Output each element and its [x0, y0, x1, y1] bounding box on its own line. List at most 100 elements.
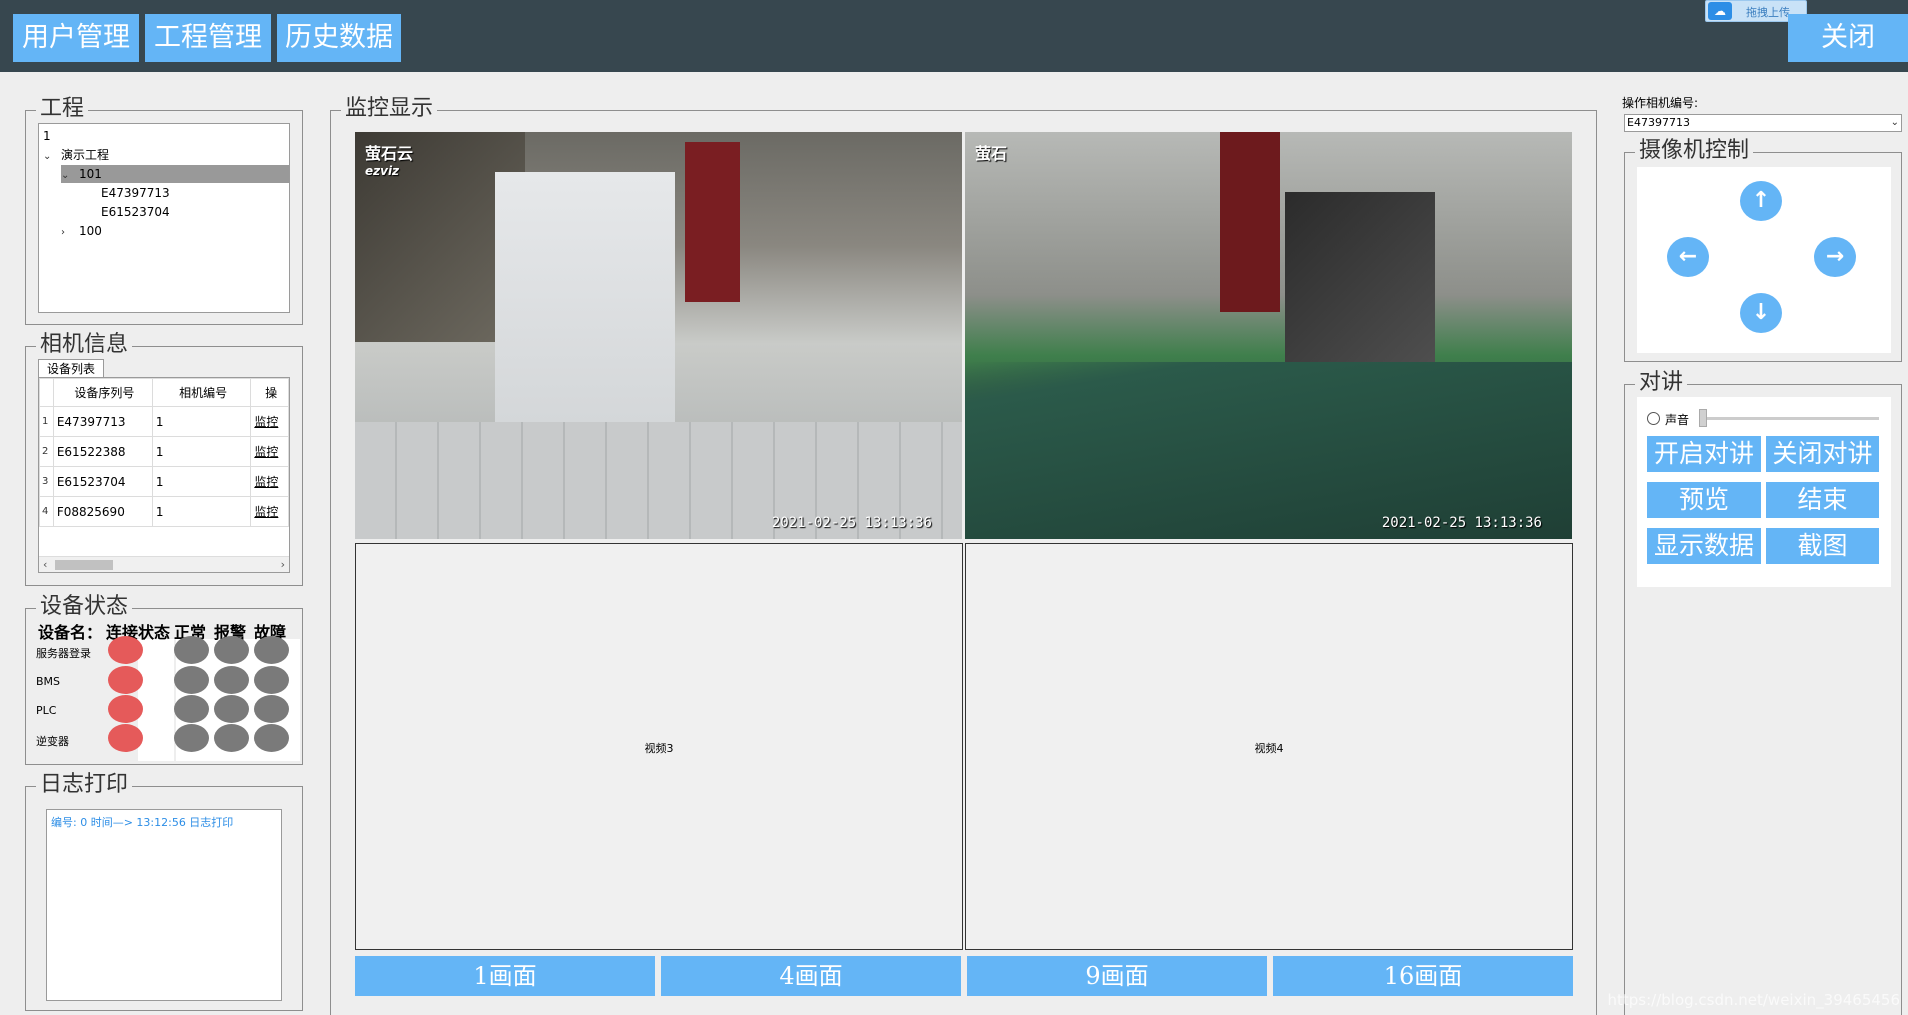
column-header-camera[interactable]: 相机编号: [151, 378, 252, 407]
log-textbox[interactable]: 编号: 0 时间—> 13:12:56 日志打印: [46, 809, 282, 1001]
table-corner: [39, 378, 54, 407]
ptz-title: 摄像机控制: [1635, 139, 1754, 163]
project-group-title: 工程: [36, 97, 89, 121]
arrow-left-icon[interactable]: ←: [1667, 237, 1709, 277]
tree-item-cam2[interactable]: E61523704: [101, 203, 170, 221]
talk-title: 对讲: [1635, 371, 1688, 395]
device-table-box: 设备序列号 相机编号 操 1 E47397713 1 监控 2 E6152238…: [38, 377, 290, 573]
ezviz-logo: 萤石: [975, 144, 1008, 163]
tree-item-root[interactable]: 1: [43, 127, 51, 145]
video-4-label: 视频4: [1254, 742, 1284, 755]
video-3-label: 视频3: [644, 742, 674, 755]
stop-talk-button[interactable]: 关闭对讲: [1766, 436, 1879, 472]
video-panel-3[interactable]: 视频3: [355, 543, 963, 950]
row-number: 4: [39, 496, 54, 527]
scrollbar-thumb[interactable]: [55, 560, 113, 570]
column-header-serial[interactable]: 设备序列号: [52, 378, 153, 407]
chevron-down-icon[interactable]: ⌄: [61, 167, 73, 185]
video-panel-4[interactable]: 视频4: [965, 543, 1573, 950]
show-data-button[interactable]: 显示数据: [1647, 528, 1761, 564]
row-number: 1: [39, 406, 54, 437]
camera-select-label: 操作相机编号:: [1622, 96, 1699, 110]
layout-16-button[interactable]: 16画面: [1273, 956, 1573, 996]
tree-item-cam1[interactable]: E47397713: [101, 184, 170, 202]
video-panel-2[interactable]: 萤石 2021-02-25 13:13:36: [965, 132, 1572, 539]
cell-serial: E61522388: [52, 436, 153, 467]
log-line: 编号: 0 时间—> 13:12:56 日志打印: [51, 816, 234, 829]
chevron-left-icon[interactable]: ‹: [43, 557, 47, 572]
video-timestamp-1: 2021-02-25 13:13:36: [771, 515, 932, 531]
start-talk-button[interactable]: 开启对讲: [1647, 436, 1761, 472]
monitor-title: 监控显示: [341, 97, 438, 121]
device-name-plc: PLC: [36, 704, 57, 717]
table-row[interactable]: 1 E47397713 1 监控: [39, 406, 289, 437]
volume-slider-thumb[interactable]: [1699, 409, 1707, 427]
project-management-button[interactable]: 工程管理: [145, 14, 271, 62]
device-status-group: 设备状态 设备名： 连接状态 正常 报警 故障 服务器登录 BMS PLC 逆变…: [25, 595, 303, 765]
monitor-link[interactable]: 监控: [250, 466, 289, 497]
arrow-down-icon[interactable]: ↓: [1740, 293, 1782, 333]
status-light-normal: [174, 724, 209, 752]
device-name-server: 服务器登录: [36, 647, 91, 660]
user-management-button[interactable]: 用户管理: [13, 14, 139, 62]
status-light-normal: [174, 666, 209, 694]
history-data-button[interactable]: 历史数据: [277, 14, 401, 62]
table-header-row: 设备序列号 相机编号 操: [39, 378, 289, 407]
video-scene-door: [685, 142, 740, 302]
video-scene-wall: [495, 172, 675, 422]
layout-4-button[interactable]: 4画面: [661, 956, 961, 996]
end-button[interactable]: 结束: [1766, 482, 1879, 518]
sound-label: 声音: [1665, 413, 1690, 427]
monitor-link[interactable]: 监控: [250, 436, 289, 467]
project-tree[interactable]: 1 ⌄ 演示工程 ⌄ 101 E47397713 E61523704 › 100: [38, 123, 290, 313]
close-button[interactable]: 关闭: [1788, 14, 1908, 62]
chevron-right-icon[interactable]: ›: [281, 557, 285, 572]
video-scene-door: [1220, 132, 1280, 312]
camera-select[interactable]: E47397713 ⌄: [1624, 114, 1902, 132]
status-light-fault: [254, 695, 289, 723]
chevron-down-icon[interactable]: ⌄: [43, 148, 55, 166]
horizontal-scrollbar[interactable]: ‹ ›: [39, 556, 289, 572]
chevron-down-icon[interactable]: ⌄: [1891, 115, 1899, 131]
arrow-up-icon[interactable]: ↑: [1740, 181, 1782, 221]
watermark: https://blog.csdn.net/weixin_39465456: [1607, 991, 1900, 1009]
log-group: 日志打印 编号: 0 时间—> 13:12:56 日志打印: [25, 773, 303, 1011]
layout-9-button[interactable]: 9画面: [967, 956, 1267, 996]
device-name-bms: BMS: [36, 675, 61, 688]
column-header-operation[interactable]: 操: [250, 378, 289, 407]
video-panel-1[interactable]: 萤石云 ezviz 2021-02-25 13:13:36: [355, 132, 962, 539]
row-number: 3: [39, 466, 54, 497]
tree-item-100-label: 100: [79, 224, 102, 238]
status-light-alarm: [214, 695, 249, 723]
table-row[interactable]: 3 E61523704 1 监控: [39, 466, 289, 497]
status-light-conn: [108, 724, 143, 752]
device-name-inverter: 逆变器: [36, 735, 69, 748]
status-light-alarm: [214, 666, 249, 694]
tree-item-100[interactable]: › 100: [61, 222, 102, 240]
status-light-normal: [174, 695, 209, 723]
status-light-fault: [254, 724, 289, 752]
arrow-right-icon[interactable]: →: [1814, 237, 1856, 277]
status-light-alarm: [214, 724, 249, 752]
cell-serial: E61523704: [52, 466, 153, 497]
volume-slider[interactable]: [1701, 417, 1879, 420]
table-row[interactable]: 4 F08825690 1 监控: [39, 496, 289, 527]
chevron-right-icon[interactable]: ›: [61, 224, 73, 242]
talk-group: 对讲 声音 开启对讲 关闭对讲 预览 结束 显示数据 截图: [1624, 371, 1902, 1015]
tree-item-demo[interactable]: ⌄ 演示工程: [43, 146, 109, 164]
tree-item-101[interactable]: ⌄ 101: [61, 165, 289, 183]
monitor-link[interactable]: 监控: [250, 406, 289, 437]
monitor-link[interactable]: 监控: [250, 496, 289, 527]
table-row[interactable]: 2 E61522388 1 监控: [39, 436, 289, 467]
status-light-fault: [254, 636, 289, 664]
status-light-conn: [108, 695, 143, 723]
layout-1-button[interactable]: 1画面: [355, 956, 655, 996]
ptz-group: 摄像机控制 ↑ ← → ↓: [1624, 139, 1902, 362]
screenshot-button[interactable]: 截图: [1766, 528, 1879, 564]
camera-select-value: E47397713: [1627, 116, 1690, 129]
sound-radio[interactable]: [1647, 412, 1660, 425]
header-device-name: 设备名：: [38, 623, 103, 642]
preview-button[interactable]: 预览: [1647, 482, 1761, 518]
tree-item-101-label: 101: [79, 167, 102, 181]
tab-device-list[interactable]: 设备列表: [38, 359, 105, 377]
